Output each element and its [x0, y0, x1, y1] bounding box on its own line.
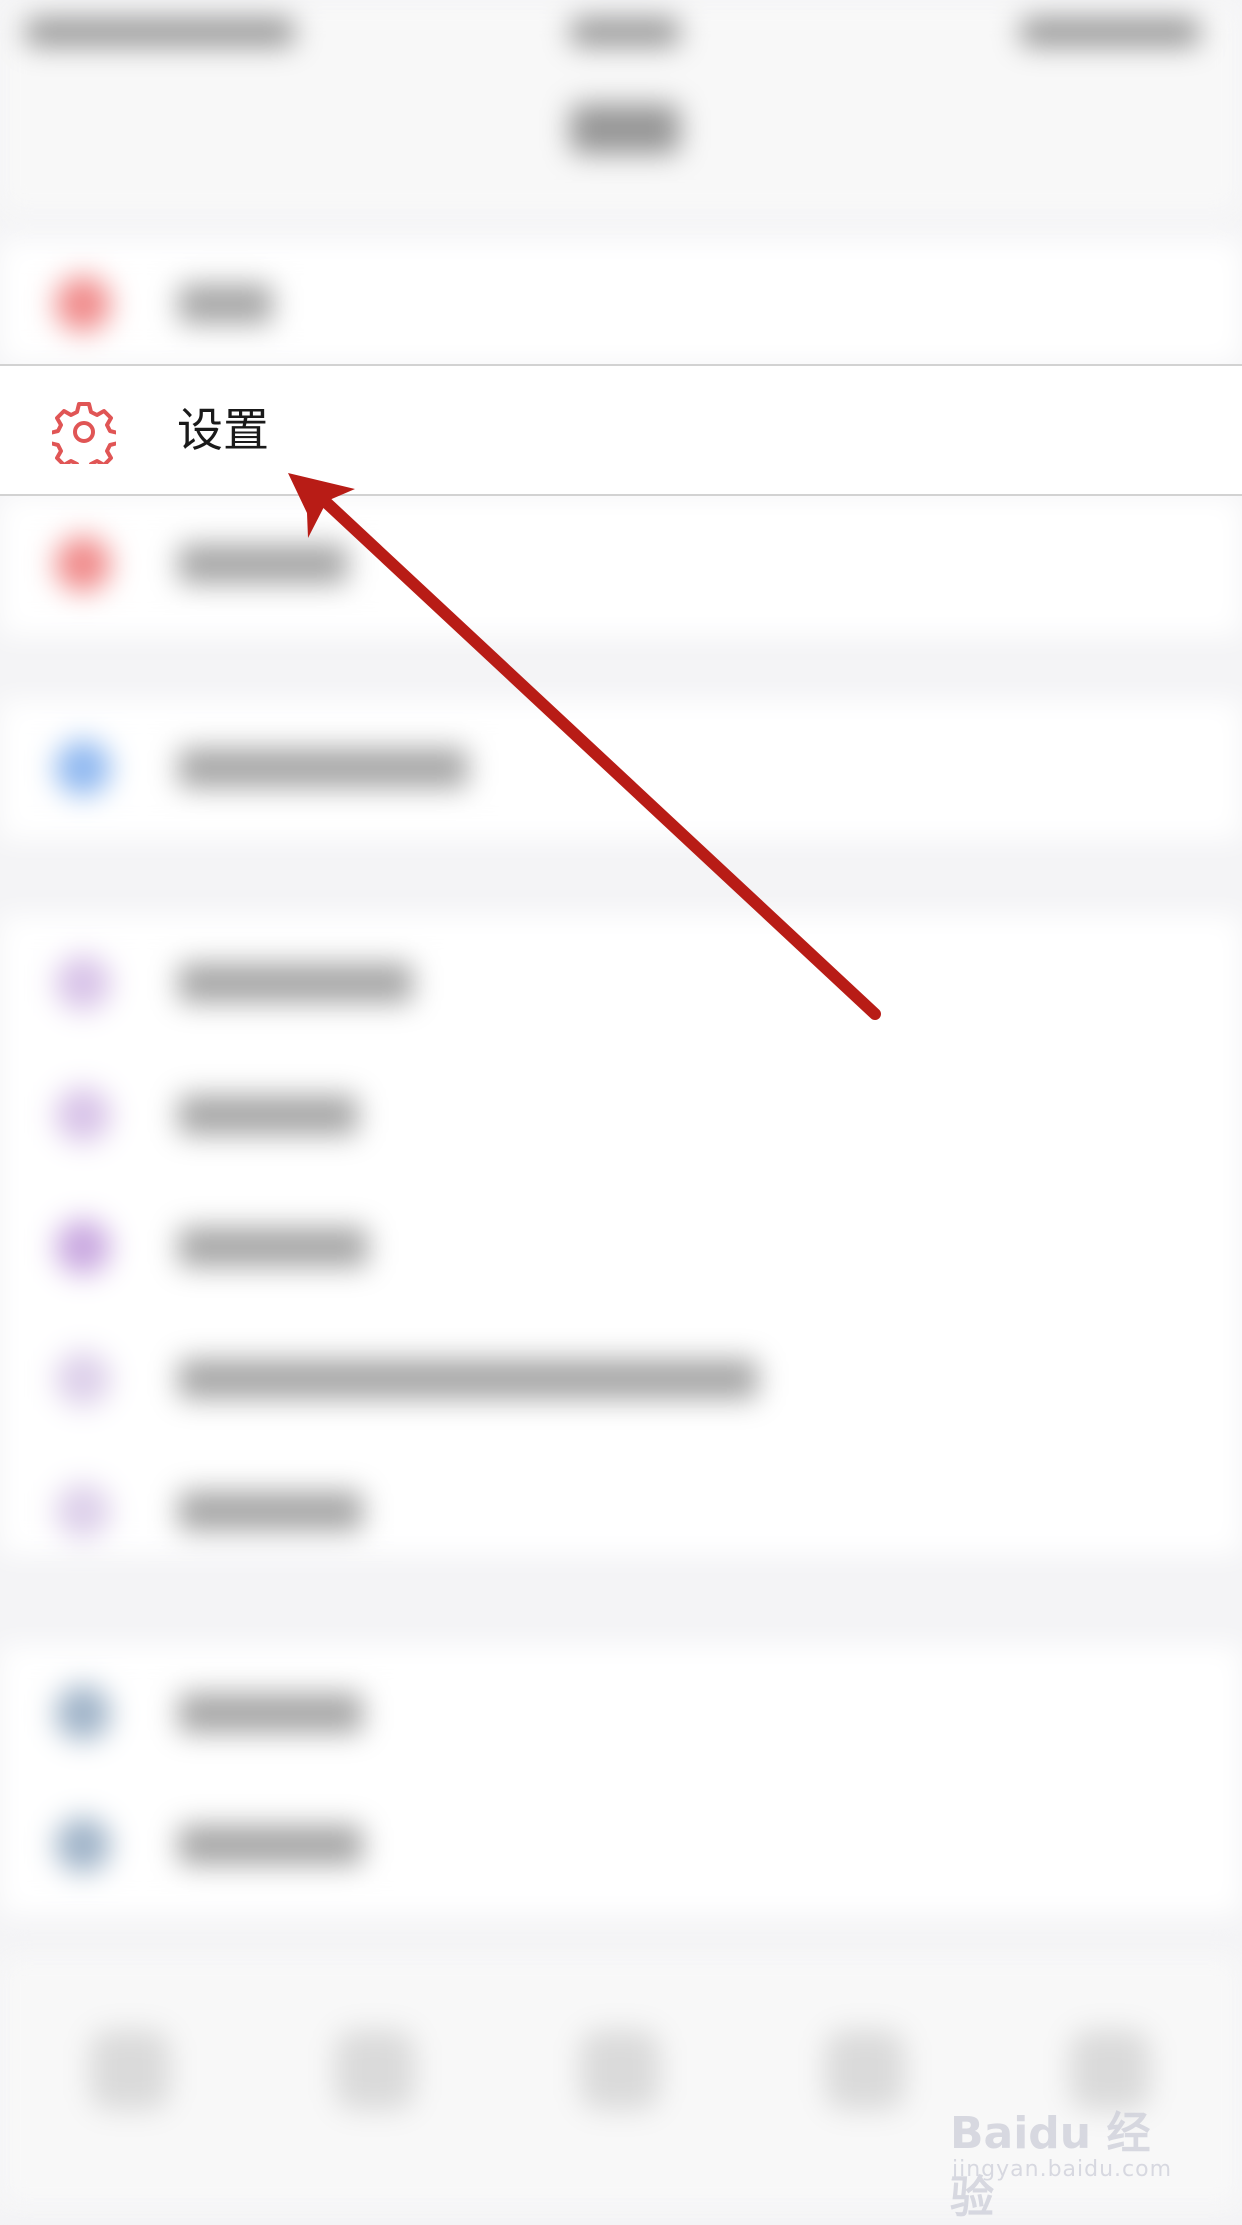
status-bar [0, 0, 1242, 64]
list-item[interactable] [0, 700, 1242, 832]
tab-icon[interactable] [825, 2030, 905, 2110]
blurred-section-a [0, 496, 1242, 636]
list-item[interactable] [0, 1179, 1242, 1311]
gear-icon [48, 400, 120, 474]
blurred-section-b [0, 700, 1242, 840]
list-item[interactable] [0, 1311, 1242, 1443]
blurred-section-d [0, 1645, 1242, 1915]
settings-label: 设置 [177, 403, 269, 457]
settings-list-item[interactable]: 设置 [0, 364, 1242, 496]
tab-icon[interactable] [580, 2030, 660, 2110]
list-item[interactable] [0, 1047, 1242, 1179]
blurred-section-top [0, 240, 1242, 364]
list-item[interactable] [0, 1645, 1242, 1777]
tab-icon[interactable] [335, 2030, 415, 2110]
baidu-jingyan-watermark: Baidu 经验 jingyan.baidu.com [950, 2075, 1190, 2223]
tab-icon[interactable] [90, 2030, 170, 2110]
blurred-section-c [0, 915, 1242, 1555]
list-item[interactable] [0, 1777, 1242, 1909]
list-item[interactable] [0, 240, 1242, 372]
watermark-url: jingyan.baidu.com [952, 2157, 1173, 2182]
page-header [0, 64, 1242, 214]
list-item[interactable] [0, 1443, 1242, 1575]
list-item[interactable] [0, 496, 1242, 628]
list-item[interactable] [0, 915, 1242, 1047]
